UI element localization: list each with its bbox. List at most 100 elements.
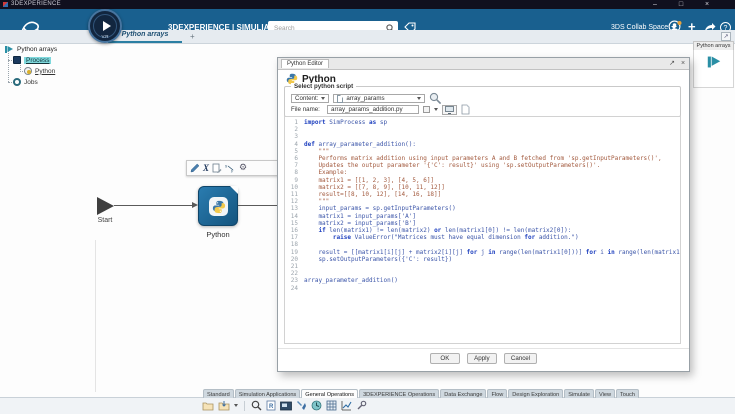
- chart-icon[interactable]: [341, 400, 352, 411]
- variables-icon[interactable]: X: [203, 163, 209, 173]
- settings-wrench-icon[interactable]: [356, 400, 367, 411]
- toolbar-separator: [244, 401, 245, 411]
- svg-text:y: y: [230, 170, 234, 174]
- bottom-tab[interactable]: General Operations: [301, 389, 358, 398]
- bottom-tab[interactable]: Touch: [616, 389, 639, 398]
- chevron-down-icon[interactable]: [434, 108, 438, 111]
- code-editor[interactable]: 1import SimProcess as sp2 3 4def array_p…: [284, 116, 681, 344]
- canvas-divider: [95, 240, 96, 392]
- bottom-tab[interactable]: Data Exchange: [440, 389, 486, 398]
- bottom-tab[interactable]: 3DEXPERIENCE Operations: [359, 389, 439, 398]
- tree-item-jobs-label[interactable]: Jobs: [24, 79, 38, 86]
- compass-label: V.R: [90, 34, 120, 39]
- dialog-expand-icon[interactable]: ↗: [667, 59, 677, 68]
- code-line: 3: [285, 133, 680, 140]
- tree-item-jobs[interactable]: Jobs: [13, 77, 38, 87]
- code-line: 23array_parameter_addition(): [285, 277, 680, 284]
- chevron-down-icon: [321, 97, 325, 100]
- python-editor-dialog: Python Editor ↗ × Python Select python s…: [277, 57, 690, 372]
- process-flag-icon[interactable]: [706, 55, 722, 69]
- code-line: 21: [285, 263, 680, 270]
- mapping-icon[interactable]: x y: [225, 163, 236, 173]
- script-select-group: Select python script Content: array_para…: [284, 86, 681, 117]
- edit-icon[interactable]: [190, 163, 200, 173]
- flow-edge: [238, 205, 278, 206]
- tree-root-label[interactable]: Python arrays: [17, 46, 57, 53]
- code-line: 20 sp.setOutputParameters({'C': result}): [285, 256, 680, 263]
- bottom-tabs: StandardSimulation ApplicationsGeneral O…: [203, 387, 640, 398]
- tree-item-python-label[interactable]: Python: [35, 68, 55, 75]
- bottom-tab[interactable]: Simulate: [564, 389, 594, 398]
- content-dropdown-label: Content:: [295, 95, 318, 102]
- group-legend: Select python script: [291, 83, 356, 90]
- tree-item-python[interactable]: Python: [24, 66, 55, 76]
- file-name-input[interactable]: array_params_addition.py: [327, 105, 419, 114]
- python-activity-icon: [24, 67, 32, 75]
- tools-icon[interactable]: [296, 400, 307, 411]
- jobs-icon: [13, 78, 21, 86]
- close-button[interactable]: ×: [700, 0, 714, 9]
- compass-icon[interactable]: V.R: [88, 9, 122, 43]
- zoom-icon[interactable]: [251, 400, 262, 411]
- code-line: 10 matrix2 = [[7, 8, 9], [10, 11, 12]]: [285, 184, 680, 191]
- code-line: 6 Performs matrix addition using input p…: [285, 155, 680, 162]
- view-file-button[interactable]: [442, 105, 457, 115]
- tree-item-process[interactable]: Process: [13, 55, 51, 65]
- script-combo[interactable]: array_params: [333, 94, 425, 103]
- screen: 3DEXPERIENCE – □ × 3DEXPERIENCE | SIMULI…: [0, 0, 735, 414]
- ok-button[interactable]: OK: [430, 353, 460, 364]
- tree-connector: [8, 50, 9, 82]
- svg-text:R: R: [269, 404, 274, 410]
- panel-expand-icon[interactable]: ↗: [721, 32, 731, 41]
- process-flag-icon: [4, 45, 14, 54]
- script-combo-value: array_params: [346, 95, 384, 102]
- add-tab-button[interactable]: +: [190, 32, 195, 41]
- start-node[interactable]: [97, 197, 114, 215]
- file-name-row: File name: array_params_addition.py: [291, 104, 470, 115]
- dialog-tab-strip: Python Editor ↗ ×: [278, 58, 689, 70]
- open-folder-icon[interactable]: [202, 400, 214, 411]
- content-dropdown[interactable]: Content:: [291, 94, 329, 103]
- screenshot-icon[interactable]: [280, 401, 292, 411]
- code-line: 2: [285, 126, 680, 133]
- bottom-tab[interactable]: Simulation Applications: [235, 389, 301, 398]
- apply-button[interactable]: Apply: [467, 353, 497, 364]
- cancel-button[interactable]: Cancel: [504, 353, 537, 364]
- os-title-bar: 3DEXPERIENCE – □ ×: [0, 0, 735, 9]
- node-context-toolbar: X x y ⚙: [186, 160, 283, 176]
- browse-icon[interactable]: [423, 106, 430, 113]
- script-edit-icon[interactable]: [212, 163, 222, 174]
- svg-text:x: x: [225, 165, 228, 170]
- python-node-label: Python: [192, 230, 244, 239]
- document-icon: [337, 95, 343, 103]
- web-schedule-icon[interactable]: [311, 400, 322, 411]
- bottom-tab[interactable]: Flow: [487, 389, 507, 398]
- right-panel: [693, 50, 734, 88]
- code-line: 12 """: [285, 198, 680, 205]
- settings-icon[interactable]: ⚙: [239, 163, 247, 173]
- app-icon: [3, 2, 8, 7]
- new-document-icon[interactable]: [461, 104, 470, 115]
- bottom-tab[interactable]: Design Exploration: [508, 389, 563, 398]
- file-name-value: array_params_addition.py: [331, 106, 403, 113]
- tree-item-process-label[interactable]: Process: [24, 57, 51, 64]
- chevron-down-icon: [417, 97, 421, 100]
- code-lines: 1import SimProcess as sp2 3 4def array_p…: [285, 119, 680, 292]
- node-fold-corner: [230, 186, 238, 194]
- import-folder-icon[interactable]: [218, 400, 230, 411]
- bottom-tab[interactable]: Standard: [203, 389, 234, 398]
- dialog-close-icon[interactable]: ×: [678, 59, 688, 68]
- maximize-button[interactable]: □: [674, 0, 688, 9]
- tree-root[interactable]: Python arrays: [4, 44, 57, 54]
- dialog-tab[interactable]: Python Editor: [281, 59, 329, 68]
- bottom-tab[interactable]: View: [595, 389, 615, 398]
- flow-edge: [114, 205, 194, 206]
- file-name-label: File name:: [291, 106, 323, 113]
- table-icon[interactable]: [326, 400, 337, 411]
- code-line: 22: [285, 270, 680, 277]
- chevron-down-icon[interactable]: [234, 404, 238, 407]
- python-activity-node[interactable]: [198, 186, 238, 226]
- minimize-button[interactable]: –: [648, 0, 662, 9]
- report-icon[interactable]: R: [266, 400, 276, 411]
- monitor-icon: [445, 106, 454, 114]
